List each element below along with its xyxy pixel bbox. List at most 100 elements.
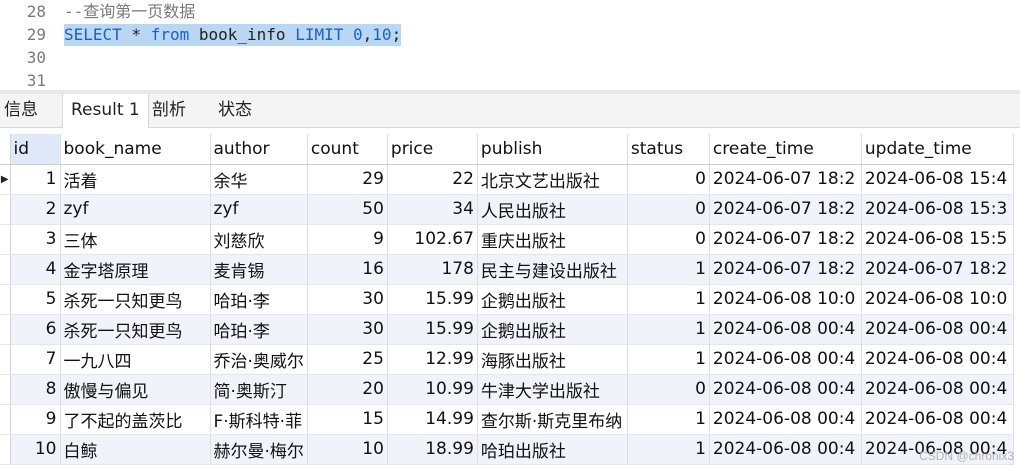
cell-update-time[interactable]: 2024-06-08 15:4 (861, 164, 1014, 195)
row-selector[interactable] (0, 314, 11, 345)
cell-price[interactable]: 34 (387, 194, 478, 225)
cell-book-name[interactable]: 杀死一只知更鸟 (60, 284, 211, 315)
cell-price[interactable]: 18.99 (387, 434, 478, 465)
cell-publish[interactable]: 民主与建设出版社 (477, 254, 628, 285)
cell-book-name[interactable]: 活着 (60, 164, 211, 195)
table-row[interactable]: 5 杀死一只知更鸟 哈珀·李 30 15.99 企鹅出版社 1 2024-06-08 10:0… (0, 284, 1014, 315)
tab-status[interactable]: 状态 (218, 94, 252, 127)
row-selector[interactable]: ▶ (0, 164, 11, 195)
cell-count[interactable]: 30 (307, 314, 388, 345)
cell-book-name[interactable]: zyf (60, 194, 211, 225)
cell-publish[interactable]: 牛津大学出版社 (477, 374, 628, 405)
cell-status[interactable]: 0 (627, 374, 710, 405)
cell-author[interactable]: zyf (210, 194, 308, 225)
row-selector[interactable] (0, 404, 11, 435)
cell-price[interactable]: 15.99 (387, 284, 478, 315)
cell-count[interactable]: 15 (307, 404, 388, 435)
row-selector[interactable] (0, 284, 11, 315)
result-grid[interactable]: id book_name author count price publish … (0, 134, 1020, 469)
cell-id[interactable]: 4 (10, 254, 61, 285)
table-row[interactable]: 9 了不起的盖茨比 F·斯科特·菲 15 14.99 查尔斯·斯克里布纳 1 2024-06-… (0, 404, 1014, 435)
cell-create-time[interactable]: 2024-06-08 10:0 (709, 284, 862, 315)
cell-count[interactable]: 50 (307, 194, 388, 225)
cell-publish[interactable]: 海豚出版社 (477, 344, 628, 375)
table-row[interactable]: 6 杀死一只知更鸟 哈珀·李 30 15.99 企鹅出版社 1 2024-06-08 00:4… (0, 314, 1014, 345)
cell-create-time[interactable]: 2024-06-07 18:2 (709, 254, 862, 285)
cell-author[interactable]: 哈珀·李 (210, 314, 308, 345)
cell-count[interactable]: 25 (307, 344, 388, 375)
cell-book-name[interactable]: 傲慢与偏见 (60, 374, 211, 405)
cell-update-time[interactable]: 2024-06-08 00:4 (861, 314, 1014, 345)
tab-info[interactable]: 信息 (4, 94, 38, 127)
table-row[interactable]: 4 金字塔原理 麦肯锡 16 178 民主与建设出版社 1 2024-06-07 18:2 20… (0, 254, 1014, 285)
column-header-id[interactable]: id (10, 134, 61, 165)
table-row[interactable]: 8 傲慢与偏见 简·奥斯汀 20 10.99 牛津大学出版社 0 2024-06-08 00:… (0, 374, 1014, 405)
row-selector[interactable] (0, 224, 11, 255)
cell-update-time[interactable]: 2024-06-08 00:4 (861, 374, 1014, 405)
cell-publish[interactable]: 哈珀出版社 (477, 434, 628, 465)
cell-author[interactable]: 麦肯锡 (210, 254, 308, 285)
row-selector[interactable] (0, 434, 11, 465)
code-line-30[interactable]: 30 (0, 47, 1020, 69)
cell-id[interactable]: 5 (10, 284, 61, 315)
cell-id[interactable]: 10 (10, 434, 61, 465)
cell-create-time[interactable]: 2024-06-08 00:4 (709, 434, 862, 465)
cell-author[interactable]: 简·奥斯汀 (210, 374, 308, 405)
cell-status[interactable]: 0 (627, 224, 710, 255)
code-line-29[interactable]: 29 SELECT * from book_info LIMIT 0,10; (0, 24, 1020, 46)
cell-create-time[interactable]: 2024-06-08 00:4 (709, 404, 862, 435)
sql-editor[interactable]: 28 --查询第一页数据 29 SELECT * from book_info … (0, 0, 1020, 92)
table-row[interactable]: 2 zyf zyf 50 34 人民出版社 0 2024-06-07 18:2 2024-06-… (0, 194, 1014, 225)
cell-price[interactable]: 14.99 (387, 404, 478, 435)
table-row[interactable]: 7 一九八四 乔治·奥威尔 25 12.99 海豚出版社 1 2024-06-08 00:4 2… (0, 344, 1014, 375)
cell-id[interactable]: 7 (10, 344, 61, 375)
cell-create-time[interactable]: 2024-06-07 18:2 (709, 194, 862, 225)
cell-author[interactable]: 乔治·奥威尔 (210, 344, 308, 375)
cell-price[interactable]: 22 (387, 164, 478, 195)
cell-count[interactable]: 30 (307, 284, 388, 315)
row-selector[interactable] (0, 254, 11, 285)
code-line-31[interactable]: 31 (0, 70, 1020, 92)
cell-publish[interactable]: 企鹅出版社 (477, 284, 628, 315)
cell-author[interactable]: 赫尔曼·梅尔 (210, 434, 308, 465)
cell-book-name[interactable]: 了不起的盖茨比 (60, 404, 211, 435)
row-selector[interactable] (0, 374, 11, 405)
table-row[interactable]: 3 三体 刘慈欣 9 102.67 重庆出版社 0 2024-06-07 18:2 2024-0… (0, 224, 1014, 255)
cell-price[interactable]: 15.99 (387, 314, 478, 345)
cell-publish[interactable]: 北京文艺出版社 (477, 164, 628, 195)
cell-update-time[interactable]: 2024-06-08 10:0 (861, 284, 1014, 315)
cell-id[interactable]: 1 (10, 164, 61, 195)
cell-count[interactable]: 16 (307, 254, 388, 285)
code-line-28[interactable]: 28 --查询第一页数据 (0, 1, 1020, 23)
cell-status[interactable]: 0 (627, 194, 710, 225)
cell-status[interactable]: 1 (627, 404, 710, 435)
column-header-count[interactable]: count (307, 134, 388, 165)
cell-count[interactable]: 20 (307, 374, 388, 405)
cell-book-name[interactable]: 金字塔原理 (60, 254, 211, 285)
table-row[interactable]: ▶ 1 活着 余华 29 22 北京文艺出版社 0 2024-06-07 18:2 2024-06… (0, 164, 1014, 195)
table-row[interactable]: 10 白鲸 赫尔曼·梅尔 10 18.99 哈珀出版社 1 2024-06-08 00:4 20… (0, 434, 1014, 465)
cell-publish[interactable]: 查尔斯·斯克里布纳 (477, 404, 628, 435)
cell-create-time[interactable]: 2024-06-08 00:4 (709, 314, 862, 345)
cell-author[interactable]: F·斯科特·菲 (210, 404, 308, 435)
cell-status[interactable]: 1 (627, 314, 710, 345)
cell-id[interactable]: 6 (10, 314, 61, 345)
cell-id[interactable]: 3 (10, 224, 61, 255)
column-header-book-name[interactable]: book_name (60, 134, 211, 165)
cell-create-time[interactable]: 2024-06-07 18:2 (709, 224, 862, 255)
column-header-publish[interactable]: publish (477, 134, 628, 165)
row-selector[interactable] (0, 344, 11, 375)
cell-book-name[interactable]: 三体 (60, 224, 211, 255)
cell-book-name[interactable]: 白鲸 (60, 434, 211, 465)
row-selector[interactable] (0, 194, 11, 225)
cell-publish[interactable]: 重庆出版社 (477, 224, 628, 255)
cell-publish[interactable]: 人民出版社 (477, 194, 628, 225)
cell-author[interactable]: 刘慈欣 (210, 224, 308, 255)
cell-count[interactable]: 10 (307, 434, 388, 465)
cell-id[interactable]: 2 (10, 194, 61, 225)
column-header-status[interactable]: status (627, 134, 710, 165)
cell-price[interactable]: 10.99 (387, 374, 478, 405)
cell-author[interactable]: 哈珀·李 (210, 284, 308, 315)
cell-update-time[interactable]: 2024-06-08 00:4 (861, 344, 1014, 375)
column-header-price[interactable]: price (387, 134, 478, 165)
